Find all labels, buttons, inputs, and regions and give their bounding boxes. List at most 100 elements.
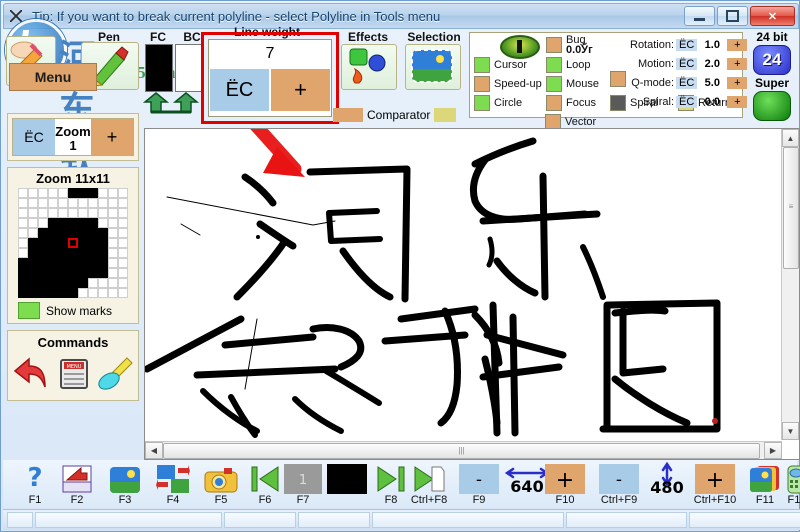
fkey-Ctrl+F8[interactable]: Ctrl+F8 — [407, 462, 451, 506]
zoom-grid-cell[interactable] — [18, 238, 28, 248]
zoom-grid-cell[interactable] — [98, 218, 108, 228]
line-weight-increase-button[interactable]: + — [270, 68, 331, 112]
zoom-grid-cell[interactable] — [98, 198, 108, 208]
zoom-grid-cell[interactable] — [48, 208, 58, 218]
swap-colors-icon[interactable] — [142, 92, 203, 114]
zoom-grid-cell[interactable] — [38, 188, 48, 198]
zoom-grid-cell[interactable] — [88, 228, 98, 238]
zoom-grid-cell[interactable] — [28, 278, 38, 288]
zoom-grid-cell[interactable] — [68, 238, 78, 248]
zoom-grid-cell[interactable] — [108, 278, 118, 288]
zoom-grid-cell[interactable] — [108, 218, 118, 228]
zoom-grid-cell[interactable] — [28, 188, 38, 198]
zoom-grid-cell[interactable] — [88, 208, 98, 218]
zoom-grid-cell[interactable] — [98, 268, 108, 278]
zoom-grid-cell[interactable] — [48, 258, 58, 268]
fkey-Ctrl+F10[interactable]: + Ctrl+F10 — [693, 462, 737, 506]
zoom-grid-cell[interactable] — [38, 238, 48, 248]
zoom-grid-cell[interactable] — [118, 258, 128, 268]
effects-button[interactable] — [341, 44, 397, 90]
zoom-grid-cell[interactable] — [88, 258, 98, 268]
zoom-grid-cell[interactable] — [108, 188, 118, 198]
zoom-grid-cell[interactable] — [78, 188, 88, 198]
swap-images-icon[interactable] — [151, 462, 195, 494]
black-frame-icon[interactable] — [325, 462, 369, 494]
zoom-grid-cell[interactable] — [18, 228, 28, 238]
maximize-button[interactable] — [717, 6, 748, 26]
zoom-grid-cell[interactable] — [48, 268, 58, 278]
zoom-grid-cell[interactable] — [28, 258, 38, 268]
zoom-grid-cell[interactable] — [118, 208, 128, 218]
canvas-horizontal-scrollbar[interactable]: ◀ ||| ▶ — [145, 441, 782, 459]
zoom-grid-cell[interactable] — [48, 188, 58, 198]
flag-mouse[interactable]: Mouse — [546, 76, 599, 92]
zoom-grid-cell[interactable] — [58, 238, 68, 248]
fkey-F4[interactable]: F4 — [151, 462, 195, 506]
zoom-grid-cell[interactable] — [58, 268, 68, 278]
scroll-up-button[interactable]: ▲ — [782, 129, 799, 147]
zoom-grid-cell[interactable] — [88, 268, 98, 278]
zoom-grid-cell[interactable] — [28, 228, 38, 238]
zoom-grid-cell[interactable] — [68, 228, 78, 238]
close-button[interactable]: ✕ — [750, 6, 795, 26]
fkey-F5[interactable]: F5 — [199, 462, 243, 506]
zoom-grid-cell[interactable] — [68, 198, 78, 208]
zoom-grid-cell[interactable] — [78, 278, 88, 288]
zoom-grid-cell[interactable] — [118, 198, 128, 208]
fkey-F9[interactable]: - F9 — [457, 462, 501, 506]
zoom-grid-cell[interactable] — [108, 268, 118, 278]
horizontal-scroll-thumb[interactable]: ||| — [163, 443, 760, 459]
zoom-grid-cell[interactable] — [108, 198, 118, 208]
zoom-grid-cell[interactable] — [58, 198, 68, 208]
vertical-scroll-thumb[interactable]: ≡ — [783, 147, 799, 269]
zoom-grid-cell[interactable] — [78, 228, 88, 238]
menu-button[interactable]: Menu — [9, 63, 97, 91]
flag-speedup[interactable]: Speed-up — [474, 76, 542, 92]
selection-button[interactable] — [405, 44, 461, 90]
zoom-grid-cell[interactable] — [78, 208, 88, 218]
zoom-grid-cell[interactable] — [108, 288, 118, 298]
zoom-pixel-grid[interactable] — [18, 188, 128, 298]
zoom-grid-cell[interactable] — [28, 288, 38, 298]
height-value-icon[interactable]: 480 — [645, 462, 689, 494]
super-badge-icon[interactable] — [753, 91, 791, 121]
qmode-decrease-button[interactable]: ËC — [676, 76, 698, 89]
fkey-F1[interactable]: ? F1 — [13, 462, 57, 506]
fkey-F2[interactable]: F2 — [55, 462, 99, 506]
zoom-grid-cell[interactable] — [78, 198, 88, 208]
zoom-grid-cell[interactable] — [38, 208, 48, 218]
menu-list-icon[interactable]: MENU — [57, 354, 91, 395]
flag-circle-swatch[interactable] — [474, 95, 490, 111]
zoom-grid-cell[interactable] — [118, 278, 128, 288]
drawing-canvas[interactable] — [145, 129, 781, 439]
zoom-grid-cell[interactable] — [58, 188, 68, 198]
undo-arrow-icon[interactable] — [11, 355, 51, 394]
height-minus-icon[interactable]: - — [597, 462, 641, 494]
zoom-grid-cell[interactable] — [118, 228, 128, 238]
zoom-grid-cell[interactable] — [108, 238, 118, 248]
zoom-grid-cell[interactable] — [68, 268, 78, 278]
zoom-grid-cell[interactable] — [38, 258, 48, 268]
flag-loop-swatch[interactable] — [546, 57, 562, 73]
zoom-grid-cell[interactable] — [18, 278, 28, 288]
zoom-grid-cell[interactable] — [118, 238, 128, 248]
help-question-icon[interactable]: ? — [13, 462, 57, 494]
bit-depth-badge[interactable]: 24 — [753, 45, 791, 75]
zoom-grid-cell[interactable] — [38, 268, 48, 278]
zoom-grid-cell[interactable] — [108, 228, 118, 238]
zoom-grid-cell[interactable] — [98, 228, 108, 238]
zoom-grid-cell[interactable] — [18, 248, 28, 258]
zoom-grid-cell[interactable] — [38, 218, 48, 228]
flag-loop[interactable]: Loop — [546, 57, 590, 73]
flag-cursor-swatch[interactable] — [474, 57, 490, 73]
zoom-grid-cell[interactable] — [38, 288, 48, 298]
zoom-grid-cell[interactable] — [18, 208, 28, 218]
width-plus-icon[interactable]: + — [543, 462, 587, 494]
zoom-grid-cell[interactable] — [118, 248, 128, 258]
foreground-color-swatch[interactable] — [145, 44, 173, 92]
zoom-grid-cell[interactable] — [88, 278, 98, 288]
show-marks-toggle[interactable]: Show marks — [8, 298, 138, 323]
open-file-icon[interactable] — [55, 462, 99, 494]
zoom-grid-cell[interactable] — [48, 238, 58, 248]
image-icon[interactable] — [103, 462, 147, 494]
